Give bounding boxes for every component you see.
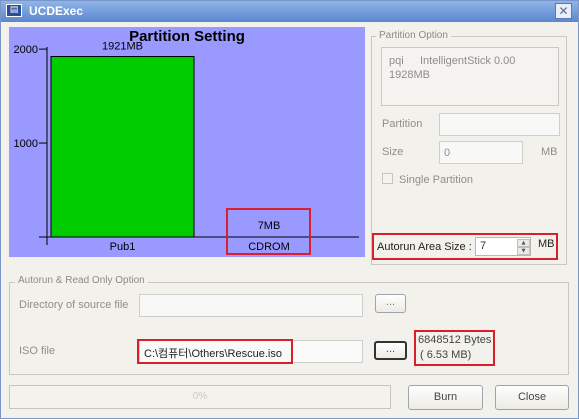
window-title: UCDExec <box>29 4 84 18</box>
autorun-highlight-box <box>372 233 558 260</box>
burn-button[interactable]: Burn <box>408 385 483 410</box>
partition-label: Partition <box>382 118 423 130</box>
progress-text: 0% <box>192 391 208 402</box>
close-button[interactable]: Close <box>495 385 569 410</box>
single-partition-label: Single Partition <box>399 174 473 186</box>
partition-field[interactable] <box>439 113 560 136</box>
bar-value-label: 1921MB <box>102 41 143 53</box>
iso-file-label: ISO file <box>19 345 56 357</box>
autorun-readonly-legend: Autorun & Read Only Option <box>15 275 148 286</box>
burn-progress-bar: 0% <box>9 385 391 409</box>
device-vendor: pqi <box>389 55 404 67</box>
size-unit: MB <box>541 146 558 158</box>
iso-browse-button[interactable]: ... <box>374 341 407 360</box>
size-value: 0 <box>444 147 451 159</box>
y-tick-label: 2000 <box>14 44 38 56</box>
partition-chart: Partition Setting 1000 2000 1921MB Pub1 7MB C… <box>9 27 365 257</box>
bar-pub1 <box>50 56 195 238</box>
category-label: Pub1 <box>110 241 136 253</box>
ucdexec-window: ▤ UCDExec ✕ Partition Setting 1000 2000 19… <box>0 0 579 419</box>
title-bar[interactable]: ▤ UCDExec ✕ <box>1 1 578 22</box>
single-partition-checkbox[interactable] <box>382 173 393 184</box>
directory-field[interactable] <box>139 294 363 317</box>
directory-browse-button[interactable]: ... <box>375 294 406 313</box>
partition-chart-svg: Partition Setting 10002000 1921MBPub17MBC… <box>14 28 359 253</box>
size-field[interactable]: 0 <box>439 141 523 164</box>
partition-option-legend: Partition Option <box>376 30 451 41</box>
directory-label: Directory of source file <box>19 299 129 311</box>
window-close-button[interactable]: ✕ <box>555 3 572 19</box>
chart-title: Partition Setting <box>129 28 245 45</box>
iso-path-highlight-box <box>137 339 293 364</box>
app-icon: ▤ <box>6 4 22 17</box>
iso-size-highlight-box <box>414 330 495 366</box>
device-name: IntelligentStick 0.00 <box>420 55 516 67</box>
size-label: Size <box>382 146 404 158</box>
cdrom-highlight-box <box>226 208 311 255</box>
y-tick-label: 1000 <box>14 138 38 150</box>
device-info-box: pqi IntelligentStick 0.00 1928MB <box>381 47 559 106</box>
device-size: 1928MB <box>389 69 430 81</box>
